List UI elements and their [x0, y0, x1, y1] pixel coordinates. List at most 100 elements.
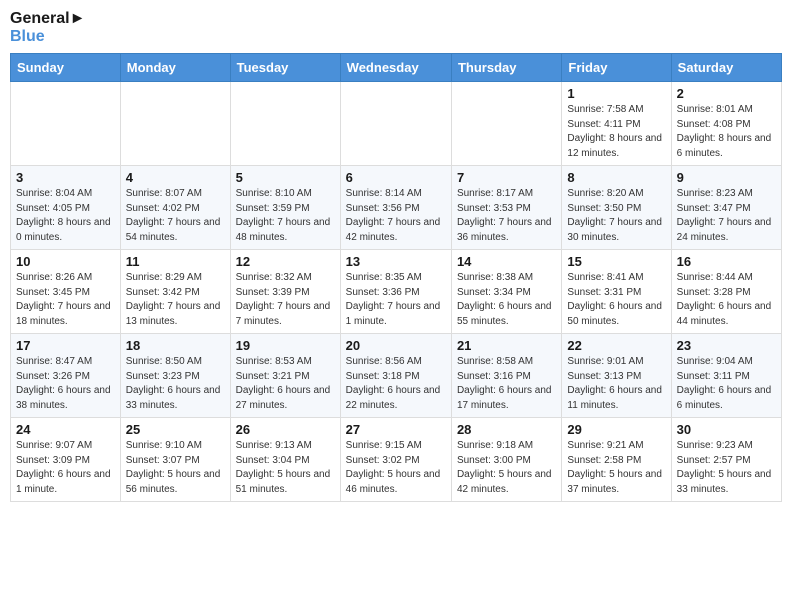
weekday-header: Monday: [120, 54, 230, 82]
day-info: Sunrise: 8:53 AM Sunset: 3:21 PM Dayligh…: [236, 355, 335, 413]
calendar-week-row: 10 Sunrise: 8:26 AM Sunset: 3:45 PM Dayli…: [11, 250, 782, 334]
calendar-cell: 3Sunrise: 8:04 AM Sunset: 4:05 PM Daylig…: [11, 166, 121, 250]
day-number: 9: [677, 170, 776, 185]
day-info: Sunrise: 8:35 AM Sunset: 3:36 PM Dayligh…: [346, 271, 446, 329]
day-number: 23: [677, 338, 776, 353]
calendar-cell: 11 Sunrise: 8:29 AM Sunset: 3:42 PM Dayli…: [120, 250, 230, 334]
day-number: 26: [236, 422, 335, 437]
day-info: Sunrise: 8:29 AM Sunset: 3:42 PM Dayligh…: [126, 271, 225, 329]
calendar-cell: 26 Sunrise: 9:13 AM Sunset: 3:04 PM Dayli…: [230, 418, 340, 502]
calendar-cell: 6 Sunrise: 8:14 AM Sunset: 3:56 PM Daylig…: [340, 166, 451, 250]
calendar-cell: 15 Sunrise: 8:41 AM Sunset: 3:31 PM Dayli…: [562, 250, 671, 334]
calendar-cell: 25 Sunrise: 9:10 AM Sunset: 3:07 PM Dayli…: [120, 418, 230, 502]
calendar-cell: 10 Sunrise: 8:26 AM Sunset: 3:45 PM Dayli…: [11, 250, 121, 334]
day-number: 25: [126, 422, 225, 437]
logo-general: General►: [10, 10, 85, 28]
day-info: Sunrise: 8:44 AM Sunset: 3:28 PM Dayligh…: [677, 271, 776, 329]
day-info: Sunrise: 8:10 AM Sunset: 3:59 PM Dayligh…: [236, 187, 335, 245]
day-info: Sunrise: 9:13 AM Sunset: 3:04 PM Dayligh…: [236, 439, 335, 497]
day-number: 30: [677, 422, 776, 437]
day-number: 4: [126, 170, 225, 185]
weekday-header: Friday: [562, 54, 671, 82]
day-info: Sunrise: 8:07 AM Sunset: 4:02 PM Dayligh…: [126, 187, 225, 245]
calendar-week-row: 17 Sunrise: 8:47 AM Sunset: 3:26 PM Dayli…: [11, 334, 782, 418]
day-info: Sunrise: 7:58 AM Sunset: 4:11 PM Dayligh…: [567, 103, 665, 161]
day-number: 2: [677, 86, 776, 101]
calendar-cell: 19 Sunrise: 8:53 AM Sunset: 3:21 PM Dayli…: [230, 334, 340, 418]
logo: General► Blue: [10, 10, 85, 45]
day-number: 29: [567, 422, 665, 437]
day-info: Sunrise: 8:47 AM Sunset: 3:26 PM Dayligh…: [16, 355, 115, 413]
day-number: 28: [457, 422, 556, 437]
calendar-week-row: 24 Sunrise: 9:07 AM Sunset: 3:09 PM Dayli…: [11, 418, 782, 502]
logo-blue: Blue: [10, 28, 85, 46]
day-info: Sunrise: 8:56 AM Sunset: 3:18 PM Dayligh…: [346, 355, 446, 413]
day-info: Sunrise: 9:18 AM Sunset: 3:00 PM Dayligh…: [457, 439, 556, 497]
weekday-header: Thursday: [451, 54, 561, 82]
day-number: 20: [346, 338, 446, 353]
calendar-cell: 8Sunrise: 8:20 AM Sunset: 3:50 PM Daylig…: [562, 166, 671, 250]
day-info: Sunrise: 9:23 AM Sunset: 2:57 PM Dayligh…: [677, 439, 776, 497]
day-number: 10: [16, 254, 115, 269]
day-number: 22: [567, 338, 665, 353]
day-number: 6: [346, 170, 446, 185]
calendar-cell: 23 Sunrise: 9:04 AM Sunset: 3:11 PM Dayli…: [671, 334, 781, 418]
day-number: 1: [567, 86, 665, 101]
calendar-cell: 16 Sunrise: 8:44 AM Sunset: 3:28 PM Dayli…: [671, 250, 781, 334]
day-number: 24: [16, 422, 115, 437]
day-number: 13: [346, 254, 446, 269]
day-info: Sunrise: 8:26 AM Sunset: 3:45 PM Dayligh…: [16, 271, 115, 329]
weekday-header: Wednesday: [340, 54, 451, 82]
calendar-cell: 13 Sunrise: 8:35 AM Sunset: 3:36 PM Dayli…: [340, 250, 451, 334]
day-number: 7: [457, 170, 556, 185]
day-info: Sunrise: 8:41 AM Sunset: 3:31 PM Dayligh…: [567, 271, 665, 329]
calendar-cell: 30 Sunrise: 9:23 AM Sunset: 2:57 PM Dayli…: [671, 418, 781, 502]
calendar-cell: 20 Sunrise: 8:56 AM Sunset: 3:18 PM Dayli…: [340, 334, 451, 418]
calendar-header-row: SundayMondayTuesdayWednesdayThursdayFrid…: [11, 54, 782, 82]
day-number: 17: [16, 338, 115, 353]
day-number: 11: [126, 254, 225, 269]
day-info: Sunrise: 9:15 AM Sunset: 3:02 PM Dayligh…: [346, 439, 446, 497]
calendar-cell: 18 Sunrise: 8:50 AM Sunset: 3:23 PM Dayli…: [120, 334, 230, 418]
day-info: Sunrise: 8:20 AM Sunset: 3:50 PM Dayligh…: [567, 187, 665, 245]
calendar-cell: 29 Sunrise: 9:21 AM Sunset: 2:58 PM Dayli…: [562, 418, 671, 502]
day-info: Sunrise: 8:23 AM Sunset: 3:47 PM Dayligh…: [677, 187, 776, 245]
day-info: Sunrise: 8:32 AM Sunset: 3:39 PM Dayligh…: [236, 271, 335, 329]
calendar-cell: [340, 82, 451, 166]
day-info: Sunrise: 9:21 AM Sunset: 2:58 PM Dayligh…: [567, 439, 665, 497]
day-number: 19: [236, 338, 335, 353]
calendar-cell: 14 Sunrise: 8:38 AM Sunset: 3:34 PM Dayli…: [451, 250, 561, 334]
day-info: Sunrise: 8:17 AM Sunset: 3:53 PM Dayligh…: [457, 187, 556, 245]
calendar-cell: [451, 82, 561, 166]
day-number: 21: [457, 338, 556, 353]
day-info: Sunrise: 9:07 AM Sunset: 3:09 PM Dayligh…: [16, 439, 115, 497]
day-number: 18: [126, 338, 225, 353]
day-info: Sunrise: 8:38 AM Sunset: 3:34 PM Dayligh…: [457, 271, 556, 329]
calendar-week-row: 1 Sunrise: 7:58 AM Sunset: 4:11 PM Daylig…: [11, 82, 782, 166]
weekday-header: Saturday: [671, 54, 781, 82]
day-info: Sunrise: 9:01 AM Sunset: 3:13 PM Dayligh…: [567, 355, 665, 413]
day-number: 5: [236, 170, 335, 185]
day-info: Sunrise: 9:10 AM Sunset: 3:07 PM Dayligh…: [126, 439, 225, 497]
weekday-header: Tuesday: [230, 54, 340, 82]
calendar-table: SundayMondayTuesdayWednesdayThursdayFrid…: [10, 53, 782, 502]
calendar-cell: 21Sunrise: 8:58 AM Sunset: 3:16 PM Dayli…: [451, 334, 561, 418]
calendar-cell: 28 Sunrise: 9:18 AM Sunset: 3:00 PM Dayli…: [451, 418, 561, 502]
calendar-week-row: 3Sunrise: 8:04 AM Sunset: 4:05 PM Daylig…: [11, 166, 782, 250]
day-info: Sunrise: 8:50 AM Sunset: 3:23 PM Dayligh…: [126, 355, 225, 413]
day-info: Sunrise: 8:14 AM Sunset: 3:56 PM Dayligh…: [346, 187, 446, 245]
calendar-cell: 27 Sunrise: 9:15 AM Sunset: 3:02 PM Dayli…: [340, 418, 451, 502]
calendar-cell: 7 Sunrise: 8:17 AM Sunset: 3:53 PM Daylig…: [451, 166, 561, 250]
calendar-cell: 12 Sunrise: 8:32 AM Sunset: 3:39 PM Dayli…: [230, 250, 340, 334]
weekday-header: Sunday: [11, 54, 121, 82]
day-info: Sunrise: 9:04 AM Sunset: 3:11 PM Dayligh…: [677, 355, 776, 413]
day-number: 15: [567, 254, 665, 269]
calendar-cell: 4 Sunrise: 8:07 AM Sunset: 4:02 PM Daylig…: [120, 166, 230, 250]
calendar-cell: 24 Sunrise: 9:07 AM Sunset: 3:09 PM Dayli…: [11, 418, 121, 502]
calendar-cell: [230, 82, 340, 166]
day-number: 16: [677, 254, 776, 269]
day-number: 12: [236, 254, 335, 269]
day-number: 27: [346, 422, 446, 437]
calendar-cell: 2Sunrise: 8:01 AM Sunset: 4:08 PM Daylig…: [671, 82, 781, 166]
day-number: 14: [457, 254, 556, 269]
